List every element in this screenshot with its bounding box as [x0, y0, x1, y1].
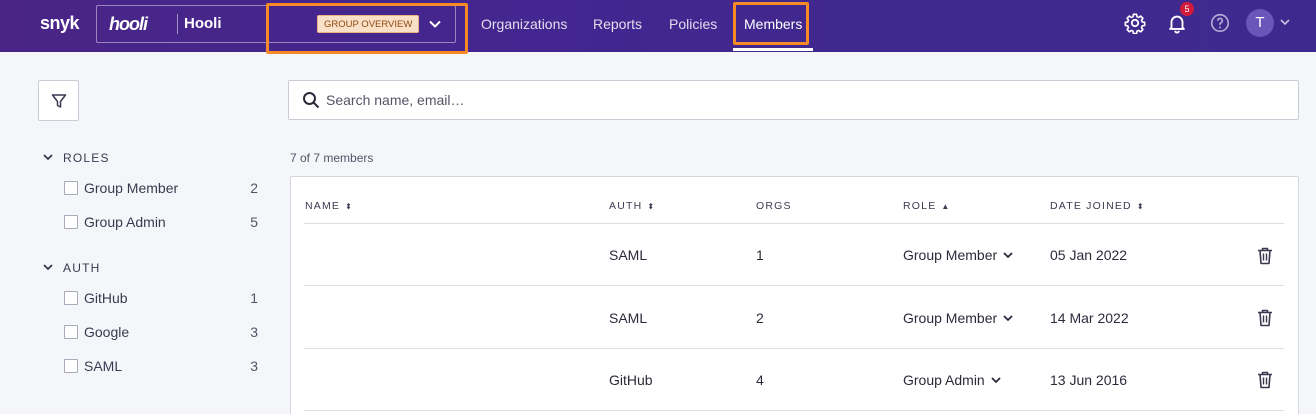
cell-date-joined: 13 Jun 2016: [1050, 372, 1128, 388]
group-logo: hooli: [109, 14, 148, 34]
checkbox[interactable]: [64, 359, 78, 373]
facet-item-label: SAML: [84, 358, 123, 374]
trash-icon[interactable]: [1257, 371, 1273, 389]
trash-icon[interactable]: [1257, 247, 1273, 265]
cell-auth: GitHub: [609, 372, 653, 388]
cell-orgs: 4: [756, 372, 764, 388]
facet-item-count: 2: [250, 180, 258, 196]
column-header-auth[interactable]: AUTH ⬍: [609, 200, 655, 212]
chevron-down-icon[interactable]: [1278, 15, 1292, 29]
cell-orgs: 2: [756, 310, 764, 326]
member-count: 7 of 7 members: [290, 151, 374, 165]
divider: [304, 223, 1284, 224]
facet-title: ROLES: [63, 151, 110, 165]
snyk-logo[interactable]: snyk: [40, 13, 80, 34]
nav-link-reports[interactable]: Reports: [593, 16, 642, 32]
member-search[interactable]: [288, 80, 1299, 120]
chevron-down-icon: [43, 264, 53, 271]
facet-item-label: Google: [84, 324, 130, 340]
cell-orgs: 1: [756, 247, 764, 263]
role-dropdown[interactable]: Group Admin: [903, 372, 1002, 388]
nav-link-organizations[interactable]: Organizations: [481, 16, 567, 32]
checkbox[interactable]: [64, 291, 78, 305]
divider: [304, 410, 1284, 411]
column-header-orgs: ORGS: [756, 200, 792, 212]
search-input[interactable]: [326, 90, 1226, 110]
column-header-role[interactable]: ROLE ▲: [903, 200, 951, 212]
group-name: Hooli: [184, 15, 222, 32]
chevron-down-icon: [43, 154, 53, 161]
chevron-down-icon[interactable]: [427, 16, 443, 32]
cell-auth: SAML: [609, 247, 648, 263]
facet-item-label: Group Member: [84, 180, 179, 196]
nav-link-policies[interactable]: Policies: [669, 16, 717, 32]
facet-item-label: GitHub: [84, 290, 128, 306]
role-dropdown[interactable]: Group Member: [903, 310, 1014, 326]
checkbox[interactable]: [64, 215, 78, 229]
facet-item-count: 3: [250, 358, 258, 374]
facet-item-github[interactable]: GitHub 1: [64, 288, 258, 308]
column-header-date-joined[interactable]: DATE JOINED ⬍: [1050, 200, 1145, 212]
cell-date-joined: 14 Mar 2022: [1050, 310, 1129, 326]
facet-item-count: 3: [250, 324, 258, 340]
facet-title: AUTH: [63, 261, 101, 275]
facet-header-roles[interactable]: ROLES: [42, 151, 110, 165]
group-switcher[interactable]: hooli Hooli GROUP OVERVIEW: [96, 5, 456, 43]
filter-toggle-button[interactable]: [38, 80, 79, 121]
group-overview-badge: GROUP OVERVIEW: [317, 15, 420, 33]
gear-icon[interactable]: [1124, 12, 1146, 34]
cell-auth: SAML: [609, 310, 648, 326]
checkbox[interactable]: [64, 325, 78, 339]
facet-item-label: Group Admin: [84, 214, 166, 230]
facet-item-count: 1: [250, 290, 258, 306]
column-header-name[interactable]: NAME ⬍: [305, 200, 353, 212]
chevron-down-icon: [1003, 315, 1013, 322]
facet-item-group-admin[interactable]: Group Admin 5: [64, 212, 258, 232]
trash-icon[interactable]: [1257, 309, 1273, 327]
avatar[interactable]: T: [1246, 9, 1274, 37]
top-navigation-bar: snyk hooli Hooli GROUP OVERVIEW Organiza…: [0, 0, 1316, 54]
nav-link-members[interactable]: Members: [744, 16, 802, 32]
facet-item-saml[interactable]: SAML 3: [64, 356, 258, 376]
notification-count-badge: 5: [1180, 2, 1194, 16]
divider: [304, 285, 1284, 286]
checkbox[interactable]: [64, 181, 78, 195]
chevron-down-icon: [991, 377, 1001, 384]
help-icon[interactable]: [1209, 12, 1231, 34]
chevron-down-icon: [1003, 252, 1013, 259]
search-icon: [303, 92, 320, 109]
divider: [304, 348, 1284, 349]
role-dropdown[interactable]: Group Member: [903, 247, 1014, 263]
active-tab-indicator: [733, 48, 813, 51]
facet-item-google[interactable]: Google 3: [64, 322, 258, 342]
filter-icon: [51, 94, 67, 108]
facet-item-group-member[interactable]: Group Member 2: [64, 178, 258, 198]
cell-date-joined: 05 Jan 2022: [1050, 247, 1128, 263]
facet-item-count: 5: [250, 214, 258, 230]
group-divider: [177, 14, 178, 34]
members-table: NAME ⬍ AUTH ⬍ ORGS ROLE ▲ DATE JOINED ⬍ SAML…: [290, 176, 1299, 414]
facet-header-auth[interactable]: AUTH: [42, 261, 100, 275]
